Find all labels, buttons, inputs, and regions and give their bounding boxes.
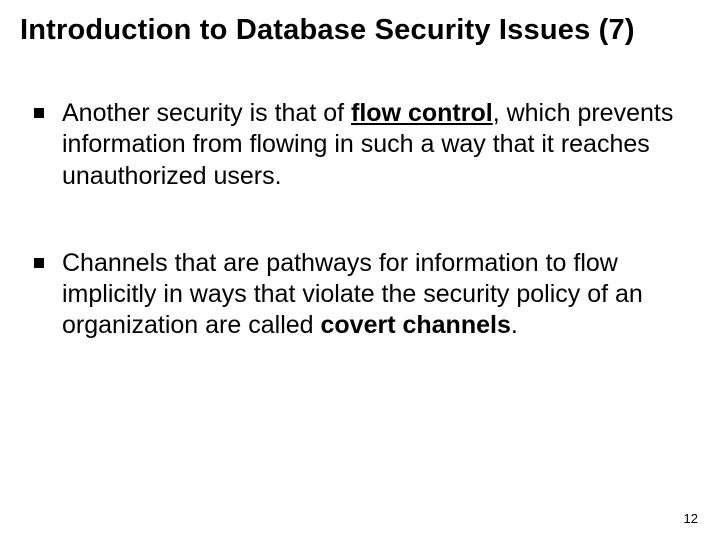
- list-item: Channels that are pathways for informati…: [34, 248, 680, 342]
- emphasis-flow-control: flow control: [351, 99, 493, 127]
- bullet-square-icon: [34, 258, 44, 268]
- bullet-text: Channels that are pathways for informati…: [62, 248, 680, 342]
- bullet-text: Another security is that of flow control…: [62, 98, 680, 192]
- text-run: .: [511, 311, 518, 339]
- slide-body: Another security is that of flow control…: [34, 98, 680, 398]
- page-number: 12: [684, 511, 698, 526]
- slide-title: Introduction to Database Security Issues…: [20, 14, 700, 47]
- bullet-square-icon: [34, 108, 44, 118]
- list-item: Another security is that of flow control…: [34, 98, 680, 192]
- emphasis-covert-channels: covert channels: [321, 311, 511, 339]
- text-run: Another security is that of: [62, 99, 351, 127]
- slide: Introduction to Database Security Issues…: [0, 0, 720, 540]
